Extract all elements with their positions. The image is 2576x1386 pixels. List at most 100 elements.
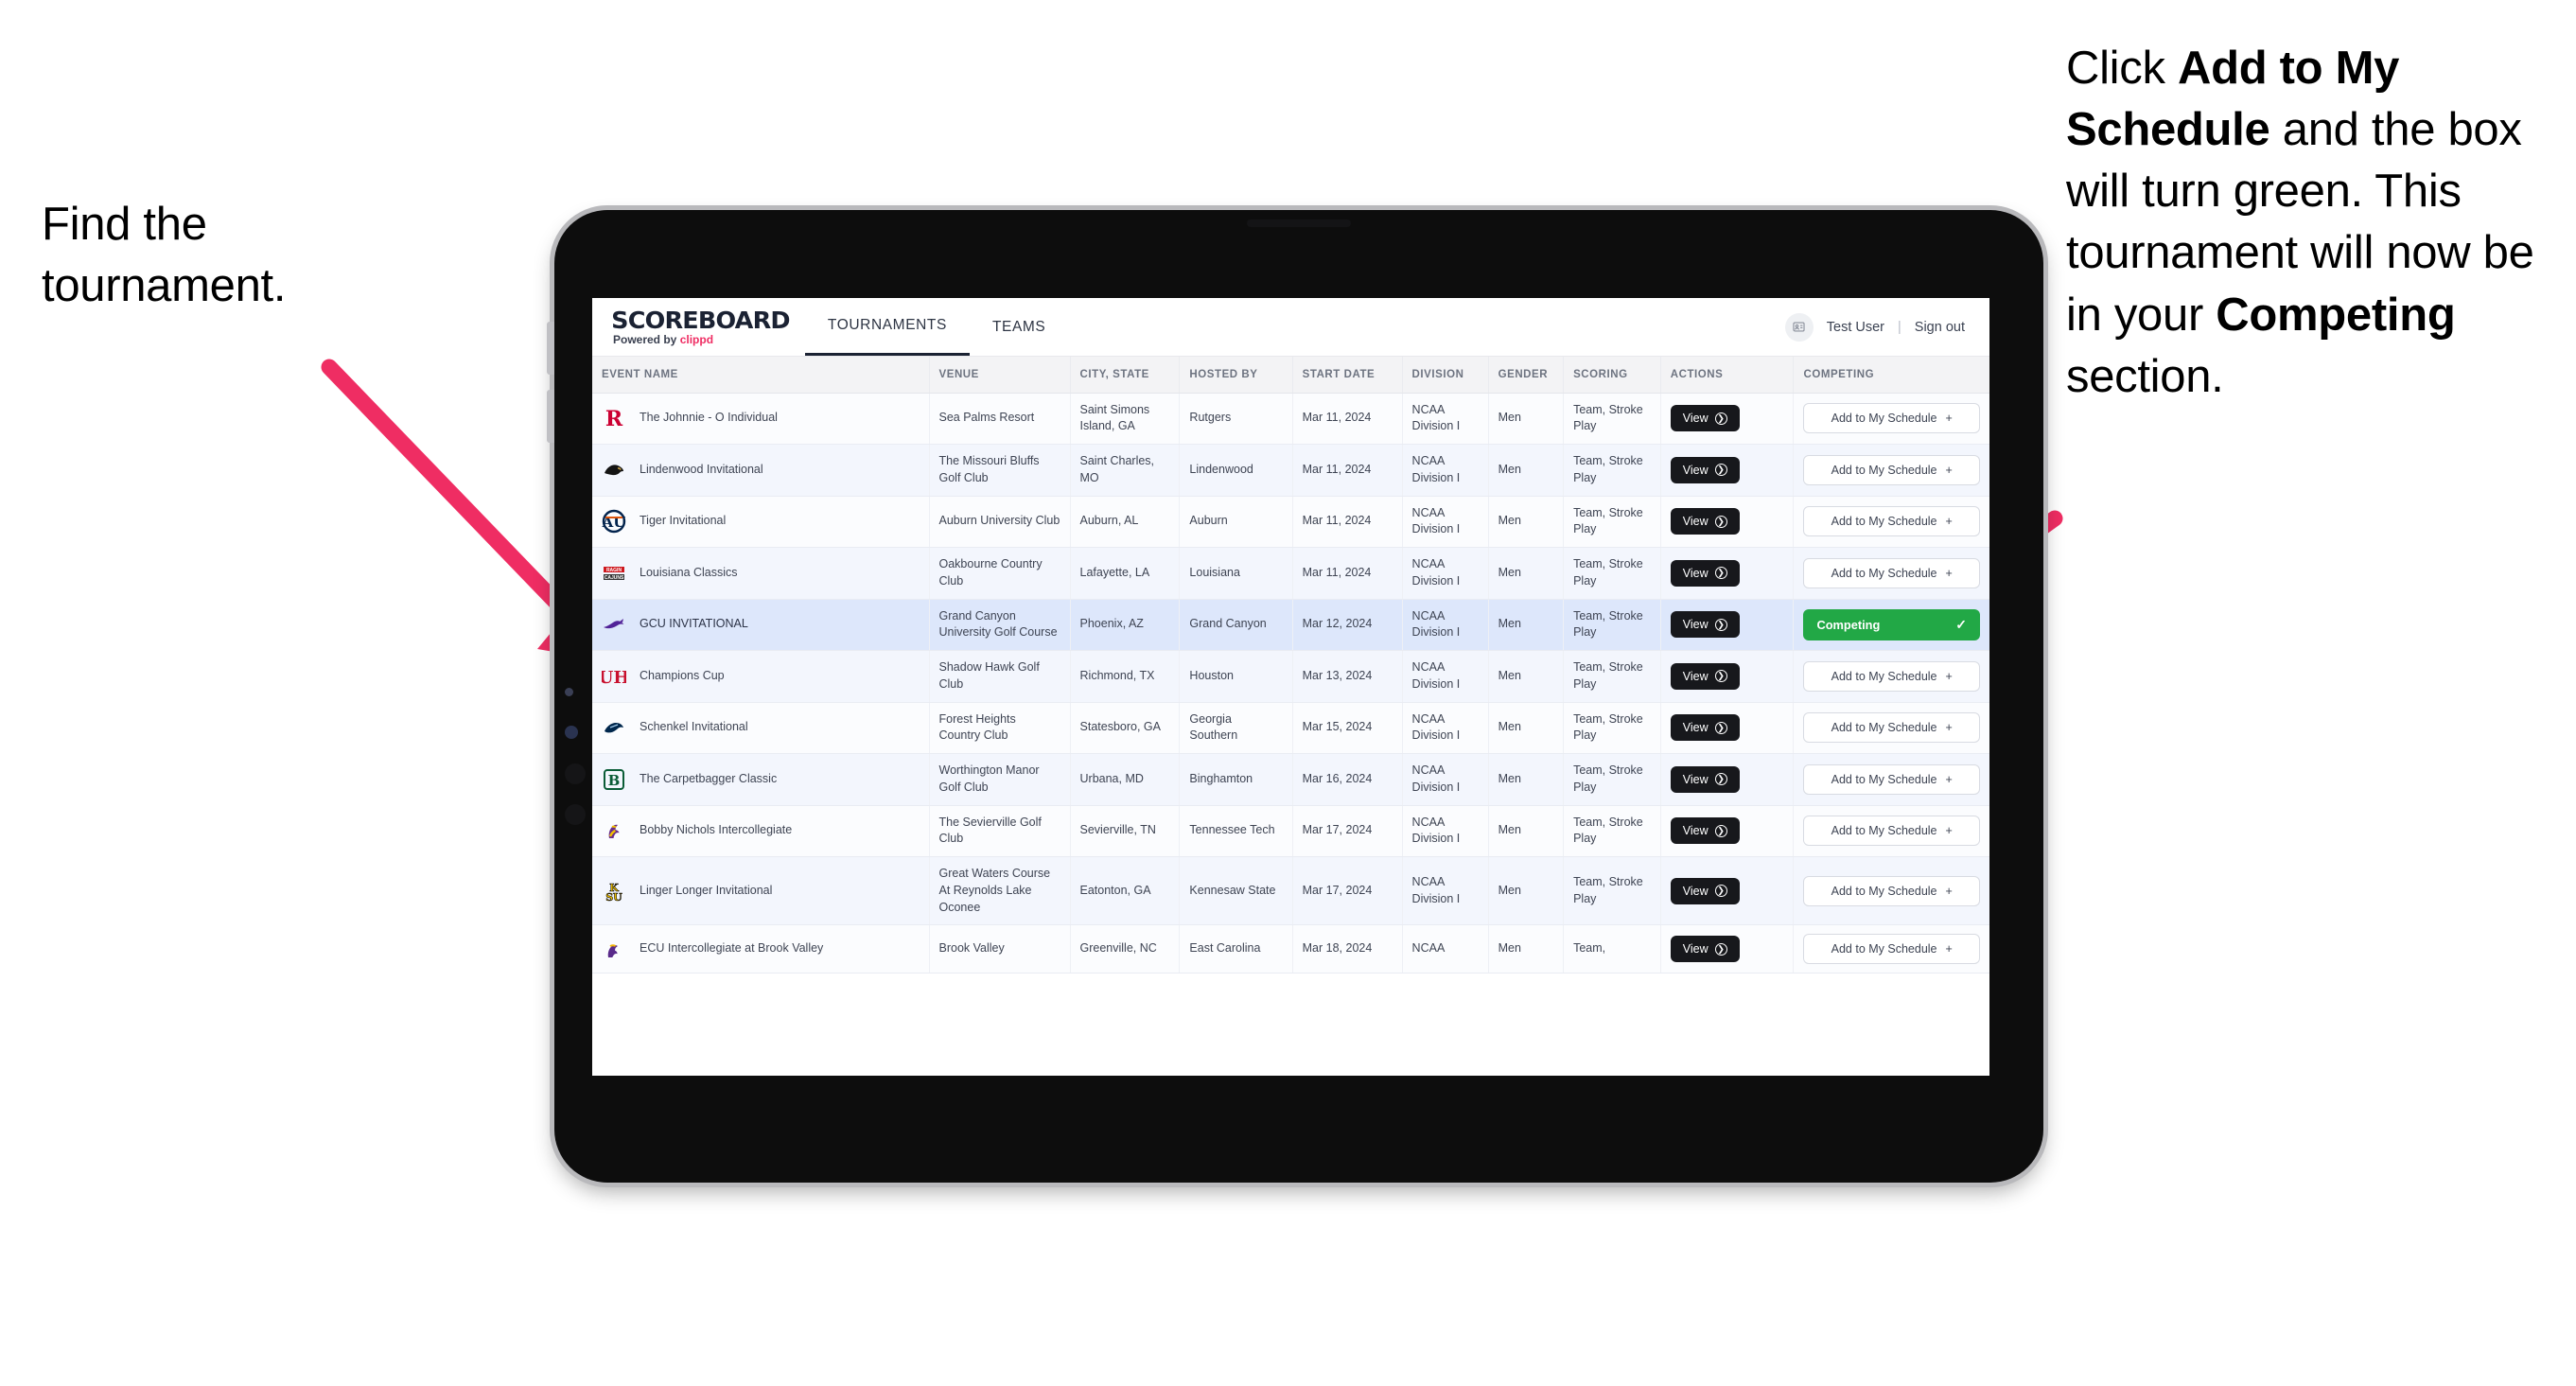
cell-event-name: B The Carpetbagger Classic bbox=[592, 753, 930, 806]
username-label[interactable]: Test User bbox=[1827, 320, 1884, 335]
table-row[interactable]: R The Johnnie - O Individual Sea Palms Res… bbox=[592, 393, 1989, 445]
cell-competing: Add to My Schedule + bbox=[1793, 496, 1989, 548]
binghamton-b-logo: B bbox=[602, 767, 626, 792]
arrow-right-circle-icon: ❯ bbox=[1714, 618, 1727, 631]
louisiana-ragin-cajuns-logo: RAGIN CAJUNS bbox=[602, 561, 626, 586]
table-row[interactable]: UH Champions Cup Shadow Hawk Golf Club Rich… bbox=[592, 650, 1989, 703]
volume-down-button[interactable] bbox=[547, 390, 554, 443]
competing-badge[interactable]: Competing ✓ bbox=[1803, 608, 1980, 640]
view-label: View bbox=[1682, 884, 1709, 898]
screenshot-root: Find the tournament. Click Add to My Sch… bbox=[0, 0, 2576, 1386]
table-row[interactable]: AU Tiger Invitational Auburn University Cl… bbox=[592, 496, 1989, 548]
add-to-my-schedule-button[interactable]: Add to My Schedule + bbox=[1803, 712, 1980, 744]
table-column-header[interactable]: ACTIONS bbox=[1660, 357, 1795, 394]
plus-icon: + bbox=[1945, 412, 1953, 426]
view-button[interactable]: View ❯ bbox=[1670, 559, 1740, 587]
cell-venue: The Missouri Bluffs Golf Club bbox=[929, 444, 1071, 497]
cell-city-state: Lafayette, LA bbox=[1070, 547, 1181, 600]
cell-division: NCAA Division I bbox=[1402, 444, 1489, 497]
cell-competing: Add to My Schedule + bbox=[1793, 805, 1989, 857]
table-row[interactable]: GCU INVITATIONAL Grand Canyon University … bbox=[592, 599, 1989, 651]
cell-gender: Men bbox=[1488, 496, 1565, 548]
cell-venue: Brook Valley bbox=[929, 924, 1071, 974]
cell-venue: Auburn University Club bbox=[929, 496, 1071, 548]
svg-text:UH: UH bbox=[602, 668, 626, 688]
cell-start-date: Mar 18, 2024 bbox=[1292, 924, 1403, 974]
add-to-my-schedule-button[interactable]: Add to My Schedule + bbox=[1803, 660, 1980, 692]
table-column-header[interactable]: EVENT NAME bbox=[592, 357, 930, 394]
add-label: Add to My Schedule bbox=[1831, 515, 1937, 529]
table-column-header[interactable]: VENUE bbox=[929, 357, 1071, 394]
arrow-right-circle-icon: ❯ bbox=[1714, 412, 1727, 425]
table-row[interactable]: K SU Linger Longer Invitational Great Water… bbox=[592, 856, 1989, 926]
sensor-dot bbox=[565, 688, 573, 696]
cell-event-name: RAGIN CAJUNS Louisiana Classics bbox=[592, 547, 930, 600]
table-column-header[interactable]: GENDER bbox=[1488, 357, 1565, 394]
view-button[interactable]: View ❯ bbox=[1670, 936, 1740, 963]
event-name-label: Louisiana Classics bbox=[640, 565, 738, 579]
view-button[interactable]: View ❯ bbox=[1670, 456, 1740, 483]
svg-text:CAJUNS: CAJUNS bbox=[605, 575, 624, 581]
plus-icon: + bbox=[1945, 669, 1953, 683]
add-to-my-schedule-button[interactable]: Add to My Schedule + bbox=[1803, 816, 1980, 847]
tab-tournaments[interactable]: TOURNAMENTS bbox=[804, 298, 970, 356]
add-to-my-schedule-button[interactable]: Add to My Schedule + bbox=[1803, 557, 1980, 588]
table-column-header[interactable]: DIVISION bbox=[1402, 357, 1489, 394]
table-row[interactable]: Bobby Nichols Intercollegiate The Sevierv… bbox=[592, 805, 1989, 857]
cell-division: NCAA Division I bbox=[1402, 547, 1489, 600]
table-column-header[interactable]: COMPETING bbox=[1793, 357, 1989, 394]
cell-venue: Sea Palms Resort bbox=[929, 393, 1071, 445]
add-to-my-schedule-button[interactable]: Add to My Schedule + bbox=[1803, 875, 1980, 906]
cell-start-date: Mar 17, 2024 bbox=[1292, 856, 1403, 926]
table-row[interactable]: B The Carpetbagger Classic Worthington Man… bbox=[592, 753, 1989, 806]
table-column-header[interactable]: CITY, STATE bbox=[1070, 357, 1181, 394]
add-to-my-schedule-button[interactable]: Add to My Schedule + bbox=[1803, 454, 1980, 485]
add-label: Add to My Schedule bbox=[1831, 772, 1937, 786]
table-row[interactable]: Lindenwood Invitational The Missouri Bluf… bbox=[592, 444, 1989, 497]
cell-hosted-by: East Carolina bbox=[1179, 924, 1293, 974]
view-button[interactable]: View ❯ bbox=[1670, 508, 1740, 535]
table-row[interactable]: ECU Intercollegiate at Brook Valley Brook… bbox=[592, 924, 1989, 974]
cell-division: NCAA Division I bbox=[1402, 702, 1489, 754]
view-button[interactable]: View ❯ bbox=[1670, 765, 1740, 793]
cell-gender: Men bbox=[1488, 805, 1565, 857]
tournaments-table-scroll[interactable]: EVENT NAME VENUE CITY, STATE HOSTED BY START… bbox=[592, 357, 1989, 1075]
view-label: View bbox=[1682, 721, 1709, 735]
add-label: Add to My Schedule bbox=[1831, 566, 1937, 580]
view-label: View bbox=[1682, 824, 1709, 838]
add-to-my-schedule-button[interactable]: Add to My Schedule + bbox=[1803, 506, 1980, 537]
volume-up-button[interactable] bbox=[547, 322, 554, 375]
add-to-my-schedule-button[interactable]: Add to My Schedule + bbox=[1803, 934, 1980, 965]
cell-event-name: GCU INVITATIONAL bbox=[592, 599, 930, 651]
table-row[interactable]: RAGIN CAJUNS Louisiana Classics Oakbourne C… bbox=[592, 547, 1989, 600]
table-column-header[interactable]: SCORING bbox=[1563, 357, 1661, 394]
cell-venue: Great Waters Course At Reynolds Lake Oco… bbox=[929, 856, 1071, 926]
cell-city-state: Urbana, MD bbox=[1070, 753, 1181, 806]
table-row[interactable]: Schenkel Invitational Forest Heights Coun… bbox=[592, 702, 1989, 754]
add-to-my-schedule-button[interactable]: Add to My Schedule + bbox=[1803, 403, 1980, 434]
houston-uh-logo: UH bbox=[602, 664, 626, 689]
view-button[interactable]: View ❯ bbox=[1670, 817, 1740, 845]
brand-logo: SCOREBOARD Powered by clippd bbox=[592, 308, 805, 345]
cell-hosted-by: Kennesaw State bbox=[1179, 856, 1293, 926]
cell-city-state: Saint Simons Island, GA bbox=[1070, 393, 1181, 445]
user-card-icon[interactable] bbox=[1784, 312, 1814, 342]
view-button[interactable]: View ❯ bbox=[1670, 611, 1740, 639]
add-to-my-schedule-button[interactable]: Add to My Schedule + bbox=[1803, 763, 1980, 795]
arrow-right-circle-icon: ❯ bbox=[1714, 721, 1727, 734]
svg-text:B: B bbox=[608, 772, 621, 789]
sign-out-link[interactable]: Sign out bbox=[1915, 320, 1965, 335]
tab-teams[interactable]: TEAMS bbox=[970, 298, 1068, 356]
annotation-emphasis: Competing bbox=[2216, 289, 2456, 341]
view-button[interactable]: View ❯ bbox=[1670, 877, 1740, 904]
cell-event-name: Lindenwood Invitational bbox=[592, 444, 930, 497]
view-button[interactable]: View ❯ bbox=[1670, 662, 1740, 690]
view-button[interactable]: View ❯ bbox=[1670, 405, 1740, 432]
arrow-right-circle-icon: ❯ bbox=[1714, 824, 1727, 837]
table-column-header[interactable]: HOSTED BY bbox=[1179, 357, 1293, 394]
cell-scoring: Team, Stroke Play bbox=[1563, 547, 1661, 600]
cell-competing: Add to My Schedule + bbox=[1793, 393, 1989, 445]
view-button[interactable]: View ❯ bbox=[1670, 714, 1740, 742]
table-column-header[interactable]: START DATE bbox=[1292, 357, 1403, 394]
cell-competing: Add to My Schedule + bbox=[1793, 924, 1989, 974]
